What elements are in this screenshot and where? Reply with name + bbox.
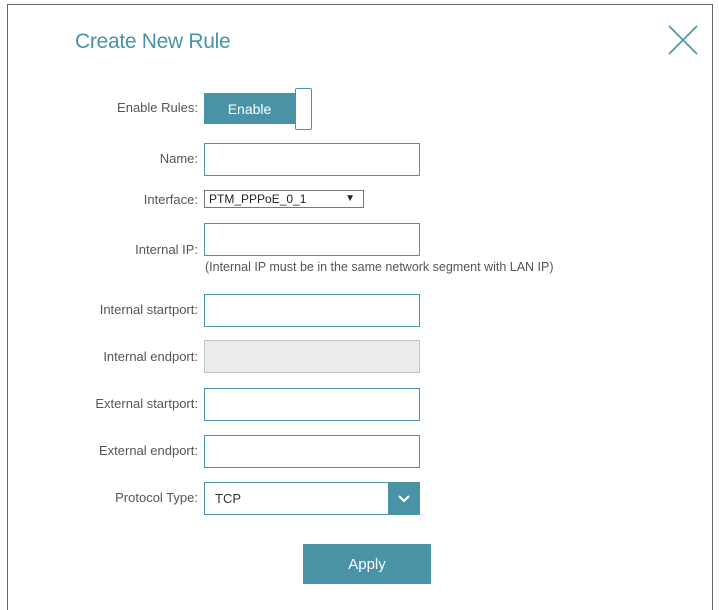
- external-endport-field[interactable]: [204, 435, 420, 468]
- interface-label: Interface:: [143, 192, 198, 207]
- protocol-type-label: Protocol Type:: [115, 490, 198, 505]
- internal-startport-label: Internal startport:: [99, 302, 198, 317]
- internal-ip-field[interactable]: [204, 223, 420, 256]
- internal-ip-hint: (Internal IP must be in the same network…: [205, 260, 554, 274]
- protocol-type-select[interactable]: TCP: [204, 482, 420, 515]
- internal-ip-label: Internal IP:: [135, 242, 198, 257]
- internal-endport-label: Internal endport:: [103, 349, 198, 364]
- internal-startport-field[interactable]: [204, 294, 420, 327]
- chevron-down-icon[interactable]: [388, 483, 419, 514]
- enable-button[interactable]: Enable: [204, 93, 295, 124]
- external-startport-field[interactable]: [204, 388, 420, 421]
- external-endport-label: External endport:: [98, 443, 198, 458]
- internal-endport-field: [204, 340, 420, 373]
- toggle-knob[interactable]: [295, 88, 312, 130]
- apply-button[interactable]: Apply: [303, 544, 431, 584]
- close-icon[interactable]: [667, 24, 699, 56]
- dropdown-arrow-icon: ▼: [345, 193, 355, 204]
- external-startport-label: External startport:: [95, 396, 198, 411]
- interface-select[interactable]: PTM_PPPoE_0_1 ▼: [204, 190, 364, 208]
- enable-rules-label: Enable Rules:: [117, 100, 198, 115]
- name-label: Name:: [159, 151, 198, 166]
- dialog-title: Create New Rule: [75, 30, 231, 53]
- protocol-type-value: TCP: [215, 491, 241, 506]
- interface-selected-value: PTM_PPPoE_0_1: [209, 192, 307, 206]
- enable-rules-toggle[interactable]: Enable: [204, 88, 312, 130]
- name-field[interactable]: [204, 143, 420, 176]
